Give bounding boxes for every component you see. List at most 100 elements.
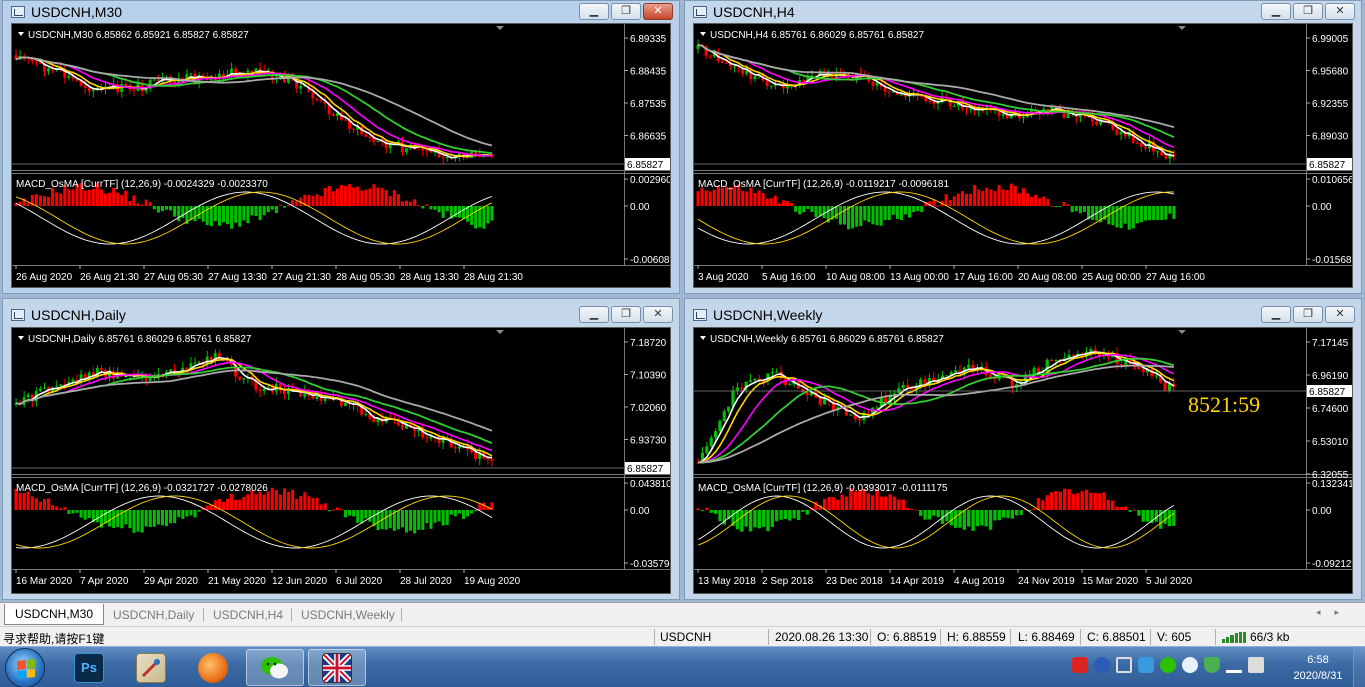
candle-body <box>718 420 722 432</box>
minimize-button[interactable]: ▁ <box>579 306 609 323</box>
osma-histogram-bar <box>128 200 132 206</box>
candle-body <box>42 387 46 389</box>
osma-histogram-bar <box>38 501 42 510</box>
ime-toggle-icon[interactable] <box>1138 657 1154 673</box>
osma-histogram-bar <box>1164 206 1168 220</box>
macd-signal-line <box>697 191 1174 245</box>
osma-histogram-bar <box>718 510 722 522</box>
candle-body <box>405 148 408 152</box>
panel-separator <box>694 477 1352 478</box>
last-price-label: 6.85827 <box>627 464 664 475</box>
candle-body <box>425 437 429 439</box>
taskbar-photoshop[interactable]: Ps <box>60 649 118 686</box>
osma-histogram-bar <box>1050 205 1054 207</box>
network-adapter-icon[interactable] <box>1116 657 1132 673</box>
tab-usdcnh-weekly[interactable]: USDCNH,Weekly <box>291 604 405 625</box>
tab-usdcnh-daily[interactable]: USDCNH,Daily <box>103 604 204 625</box>
time-tick-label: 12 Jun 2020 <box>272 576 327 587</box>
minimize-button[interactable]: ▁ <box>1261 306 1291 323</box>
show-desktop-button[interactable] <box>1353 647 1365 687</box>
osma-histogram-bar <box>932 510 936 516</box>
chart-shift-marker-icon <box>496 330 504 334</box>
tab-usdcnh-m30[interactable]: USDCNH,M30 <box>4 604 105 625</box>
candle-body <box>173 81 177 84</box>
help-icon[interactable] <box>1094 657 1110 673</box>
minimize-button[interactable]: ▁ <box>579 3 609 20</box>
price-tick-label: 6.93730 <box>630 436 667 447</box>
price-chart-svg[interactable]: USDCNH,Daily 6.85761 6.86029 6.85761 6.8… <box>12 328 671 593</box>
close-button[interactable]: ✕ <box>1325 306 1355 323</box>
osma-histogram-bar <box>788 510 792 521</box>
minimize-button[interactable]: ▁ <box>1261 3 1291 20</box>
maximize-button[interactable]: ❐ <box>611 306 641 323</box>
chart-area[interactable]: USDCNH,Daily 6.85761 6.86029 6.85761 6.8… <box>11 327 671 594</box>
osma-histogram-bar <box>700 510 705 511</box>
osma-histogram-bar <box>818 206 822 217</box>
tab-usdcnh-h4[interactable]: USDCNH,H4 <box>203 604 293 625</box>
moving-average-line <box>15 56 492 158</box>
window-titlebar[interactable]: USDCNH,Weekly ▁ ❐ ✕ <box>685 304 1361 326</box>
osma-histogram-bar <box>892 496 897 510</box>
osma-histogram-bar <box>1102 492 1106 510</box>
maximize-button[interactable]: ❐ <box>1293 3 1323 20</box>
taskbar-image-viewer[interactable] <box>122 649 180 686</box>
osma-histogram-bar <box>1143 206 1148 221</box>
osma-histogram-bar <box>971 510 975 531</box>
price-chart-svg[interactable]: USDCNH,H4 6.85761 6.86029 6.85761 6.8582… <box>694 24 1353 288</box>
osma-histogram-bar <box>380 187 384 206</box>
osma-histogram-bar <box>1111 206 1115 226</box>
candle-body <box>899 94 903 96</box>
chart-area[interactable]: USDCNH,H4 6.85761 6.86029 6.85761 6.8582… <box>693 23 1353 288</box>
security-shield-icon[interactable] <box>1204 657 1220 673</box>
window-titlebar[interactable]: USDCNH,Daily ▁ ❐ ✕ <box>3 304 679 326</box>
taskbar-wechat[interactable] <box>246 649 304 686</box>
osma-histogram-bar <box>989 189 993 206</box>
chart-area[interactable]: USDCNH,Weekly 6.85761 6.86029 6.85761 6.… <box>693 327 1353 594</box>
osma-histogram-bar <box>1172 510 1176 526</box>
osma-histogram-bar <box>883 206 887 220</box>
chart-window-h4[interactable]: USDCNH,H4 ▁ ❐ ✕ USDCNH,H4 6.85761 6.8602… <box>684 0 1362 294</box>
osma-histogram-bar <box>51 505 55 510</box>
osma-histogram-bar <box>988 510 993 530</box>
start-button[interactable] <box>5 648 45 687</box>
window-titlebar[interactable]: USDCNH,M30 ▁ ❐ ✕ <box>3 1 679 23</box>
osma-histogram-bar <box>952 196 956 206</box>
taskbar-clock[interactable]: 6:58 2020/8/31 <box>1290 652 1346 684</box>
osma-histogram-bar <box>713 510 718 514</box>
price-chart-svg[interactable]: USDCNH,Weekly 6.85761 6.86029 6.85761 6.… <box>694 328 1353 593</box>
osma-histogram-bar <box>103 193 108 206</box>
chart-window-icon <box>693 6 707 18</box>
wechat-tray-icon[interactable] <box>1160 657 1176 673</box>
price-tick-label: 6.89335 <box>630 34 667 45</box>
candle-body <box>242 378 246 380</box>
candle-body <box>1021 117 1025 119</box>
window-titlebar[interactable]: USDCNH,H4 ▁ ❐ ✕ <box>685 1 1361 23</box>
chart-window-m30[interactable]: USDCNH,M30 ▁ ❐ ✕ USDCNH,M30 6.85862 6.85… <box>2 0 680 294</box>
osma-histogram-bar <box>429 206 433 210</box>
candle-body <box>83 85 87 88</box>
price-chart-svg[interactable]: USDCNH,M30 6.85862 6.85921 6.85827 6.858… <box>12 24 671 288</box>
chart-window-weekly[interactable]: USDCNH,Weekly ▁ ❐ ✕ USDCNH,Weekly 6.8576… <box>684 298 1362 600</box>
candle-body <box>197 361 201 363</box>
tab-scroll-arrows[interactable]: ◂▸ <box>1316 607 1353 618</box>
cloud-icon[interactable] <box>1182 657 1198 673</box>
maximize-button[interactable]: ❐ <box>1293 306 1323 323</box>
signal-bars-icon[interactable] <box>1226 657 1242 673</box>
axis-border <box>694 265 1352 266</box>
close-button[interactable]: ✕ <box>643 306 673 323</box>
sogou-ime-icon[interactable] <box>1072 657 1088 673</box>
osma-histogram-bar <box>844 496 849 510</box>
candle-body <box>849 414 853 416</box>
maximize-button[interactable]: ❐ <box>611 3 641 20</box>
candle-body <box>1066 113 1070 119</box>
time-tick-label: 28 Aug 13:30 <box>400 272 459 283</box>
volume-muted-icon[interactable] <box>1248 657 1264 673</box>
chart-window-daily[interactable]: USDCNH,Daily ▁ ❐ ✕ USDCNH,Daily 6.85761 … <box>2 298 680 600</box>
time-tick-label: 26 Aug 2020 <box>16 272 73 283</box>
close-button[interactable]: ✕ <box>1325 3 1355 20</box>
taskbar-metatrader[interactable] <box>308 649 366 686</box>
osma-histogram-bar <box>910 508 914 510</box>
chart-area[interactable]: USDCNH,M30 6.85862 6.85921 6.85827 6.858… <box>11 23 671 288</box>
close-button[interactable]: ✕ <box>643 3 673 20</box>
taskbar-firefox[interactable] <box>184 649 242 686</box>
